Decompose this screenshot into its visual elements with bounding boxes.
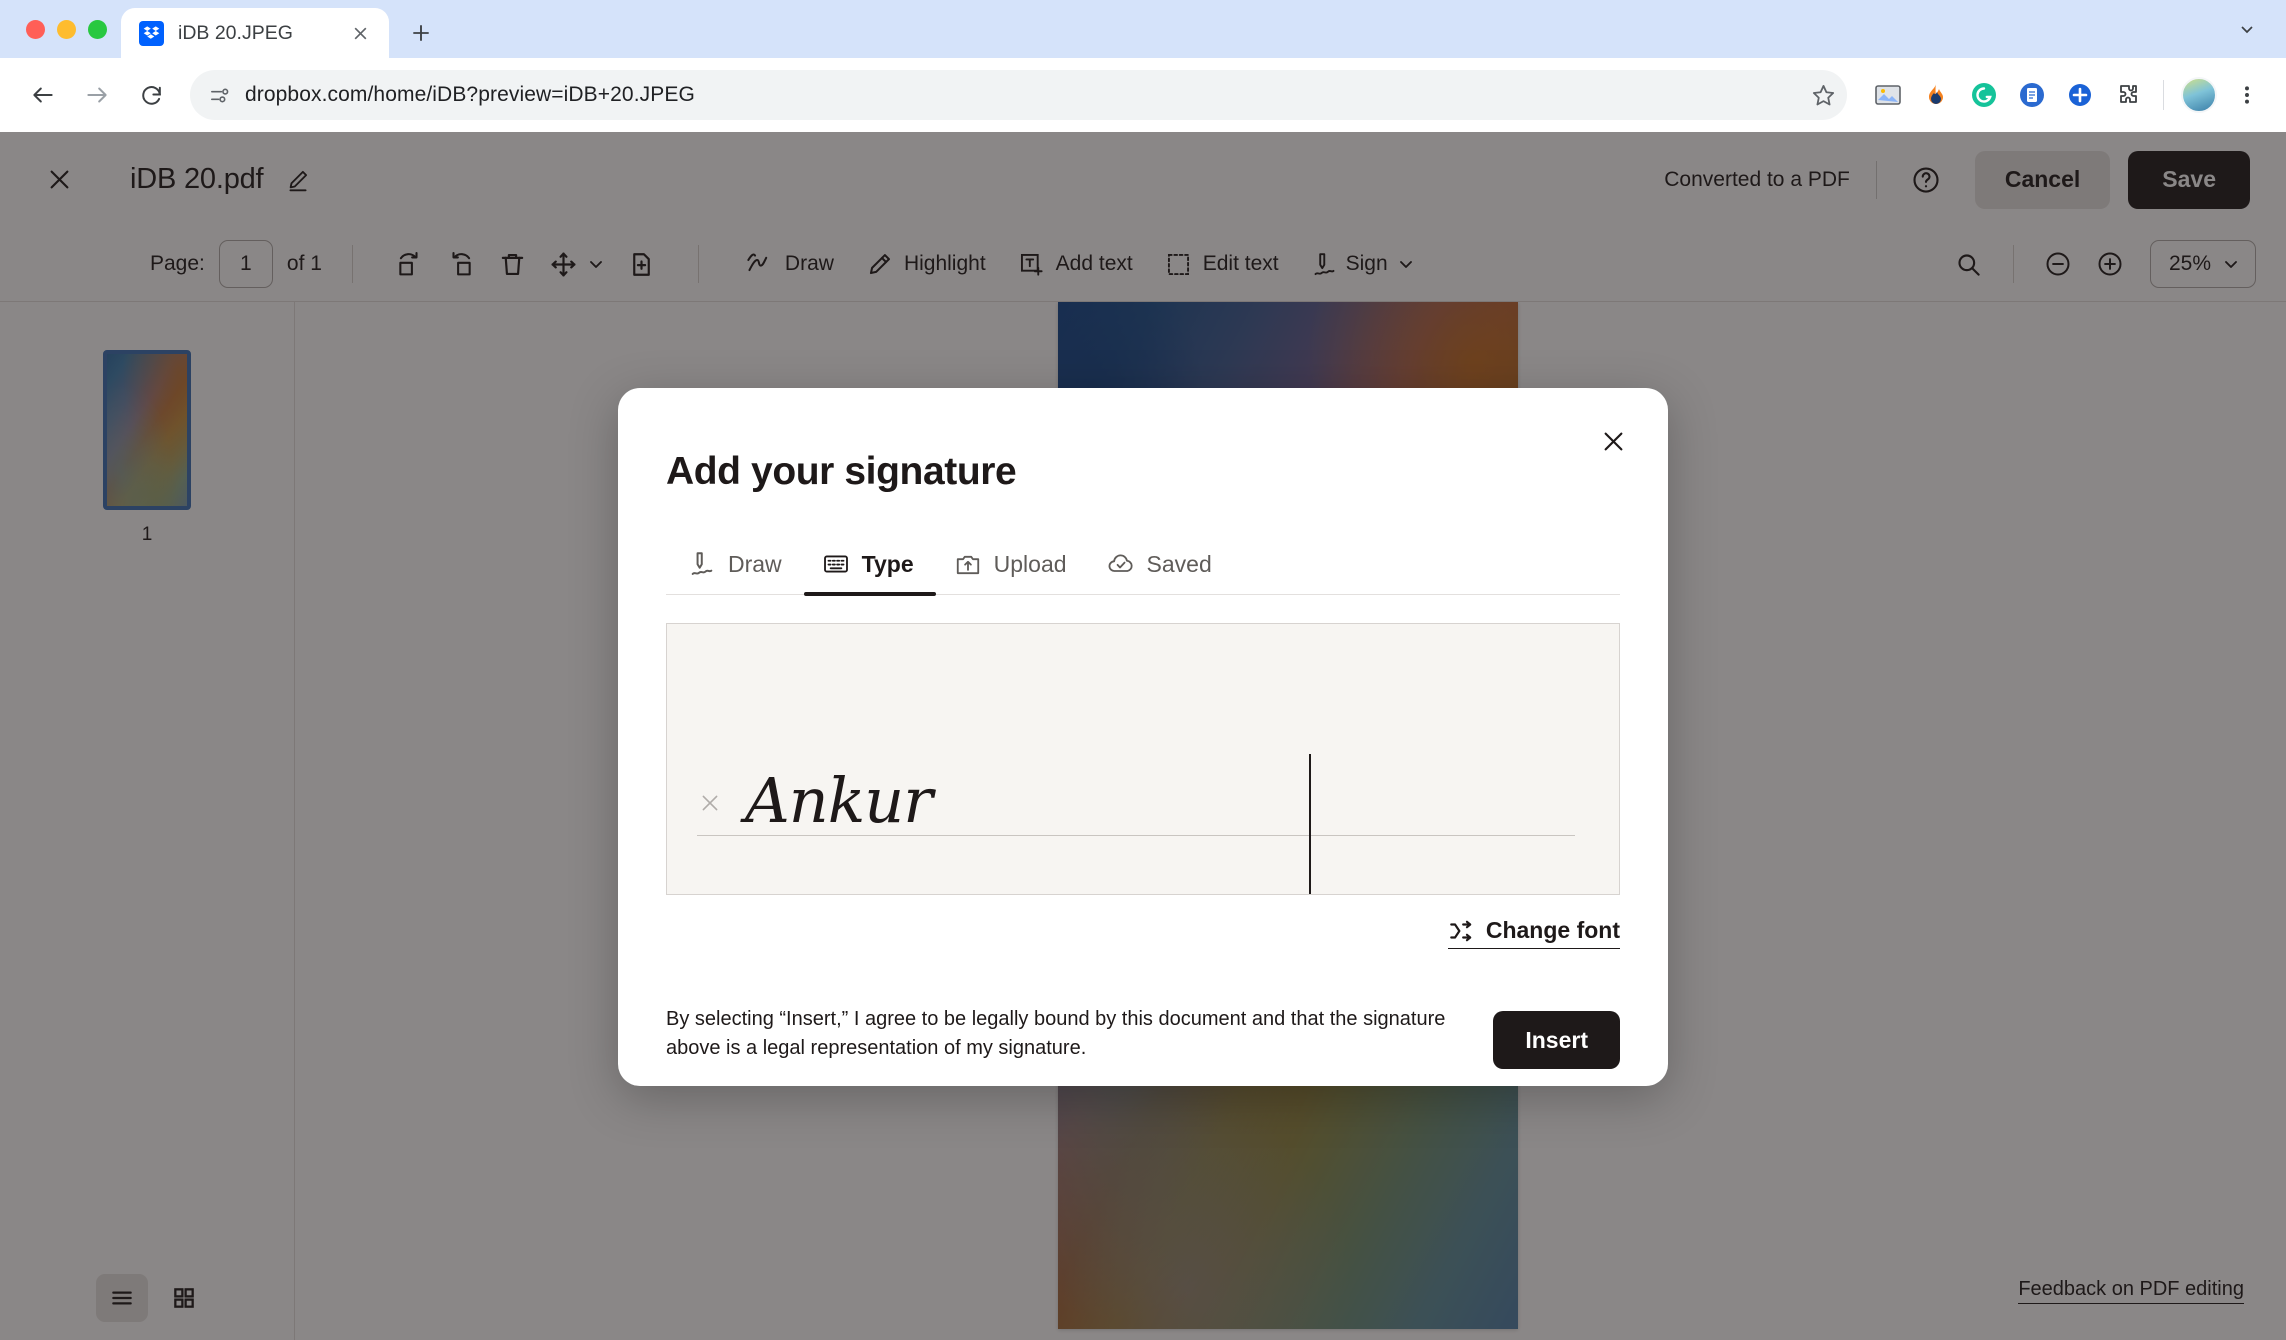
browser-tab[interactable]: iDB 20.JPEG [121, 8, 389, 58]
window-traffic-lights [18, 0, 121, 58]
signature-input-area[interactable]: Ankur [666, 623, 1620, 895]
tab-type[interactable]: Type [803, 542, 936, 596]
change-font-label: Change font [1485, 917, 1620, 943]
browser-tabstrip: iDB 20.JPEG [0, 0, 2286, 58]
toolbar-divider [2163, 80, 2164, 110]
avatar[interactable] [2178, 74, 2220, 116]
insert-button[interactable]: Insert [1493, 1011, 1620, 1069]
plus-circle-extension-icon[interactable] [2059, 74, 2101, 116]
tab-upload[interactable]: Upload [936, 542, 1089, 594]
modal-title: Add your signature [666, 450, 1017, 493]
maximize-window-button[interactable] [88, 19, 107, 39]
forward-arrow-icon[interactable] [72, 70, 122, 120]
clear-x-icon[interactable] [697, 790, 723, 816]
kebab-menu-icon[interactable] [2226, 74, 2268, 116]
tab-draw[interactable]: Draw [666, 542, 804, 594]
close-window-button[interactable] [26, 19, 45, 39]
draw-pen-icon [688, 550, 716, 578]
tab-upload-label: Upload [993, 550, 1067, 577]
modal-footer: By selecting “Insert,” I agree to be leg… [666, 1005, 1620, 1069]
add-signature-modal: Add your signature Draw Type Upload Save… [618, 388, 1668, 1086]
keyboard-icon [822, 550, 850, 578]
tab-title: iDB 20.JPEG [178, 21, 293, 44]
close-icon[interactable] [1590, 418, 1636, 464]
chevron-down-icon[interactable] [2226, 8, 2268, 50]
minimize-window-button[interactable] [57, 19, 76, 39]
saved-cloud-icon [1107, 550, 1135, 578]
legal-disclaimer: By selecting “Insert,” I agree to be leg… [666, 1008, 1446, 1059]
signature-tabs: Draw Type Upload Saved [666, 542, 1620, 596]
reload-icon[interactable] [126, 70, 176, 120]
tab-draw-label: Draw [728, 550, 782, 577]
close-icon[interactable] [345, 18, 375, 48]
signature-input[interactable]: Ankur [745, 770, 933, 832]
change-font-row: Change font [666, 917, 1620, 949]
dropbox-icon [139, 20, 164, 46]
docs-extension-icon[interactable] [2011, 74, 2053, 116]
tab-type-label: Type [861, 550, 914, 577]
shuffle-icon [1448, 918, 1474, 944]
puzzle-extensions-icon[interactable] [2107, 74, 2149, 116]
flame-extension-icon[interactable] [1915, 74, 1957, 116]
url-text: dropbox.com/home/iDB?preview=iDB+20.JPEG [245, 83, 695, 106]
tab-saved-label: Saved [1146, 550, 1212, 577]
back-arrow-icon[interactable] [18, 70, 68, 120]
grammarly-extension-icon[interactable] [1963, 74, 2005, 116]
star-icon[interactable] [1810, 82, 1837, 109]
browser-window: iDB 20.JPEG dropbox.com/home/iDB?preview [0, 0, 2286, 1340]
browser-omnibar: dropbox.com/home/iDB?preview=iDB+20.JPEG [0, 58, 2286, 132]
screenshot-extension-icon[interactable] [1867, 74, 1909, 116]
site-settings-icon[interactable] [208, 84, 231, 107]
camera-upload-icon [954, 550, 982, 578]
change-font-button[interactable]: Change font [1447, 917, 1620, 949]
text-cursor [1309, 754, 1311, 894]
extensions-row [1861, 74, 2268, 116]
new-tab-button[interactable] [399, 11, 443, 55]
tab-saved[interactable]: Saved [1089, 542, 1234, 594]
address-bar[interactable]: dropbox.com/home/iDB?preview=iDB+20.JPEG [190, 70, 1847, 120]
